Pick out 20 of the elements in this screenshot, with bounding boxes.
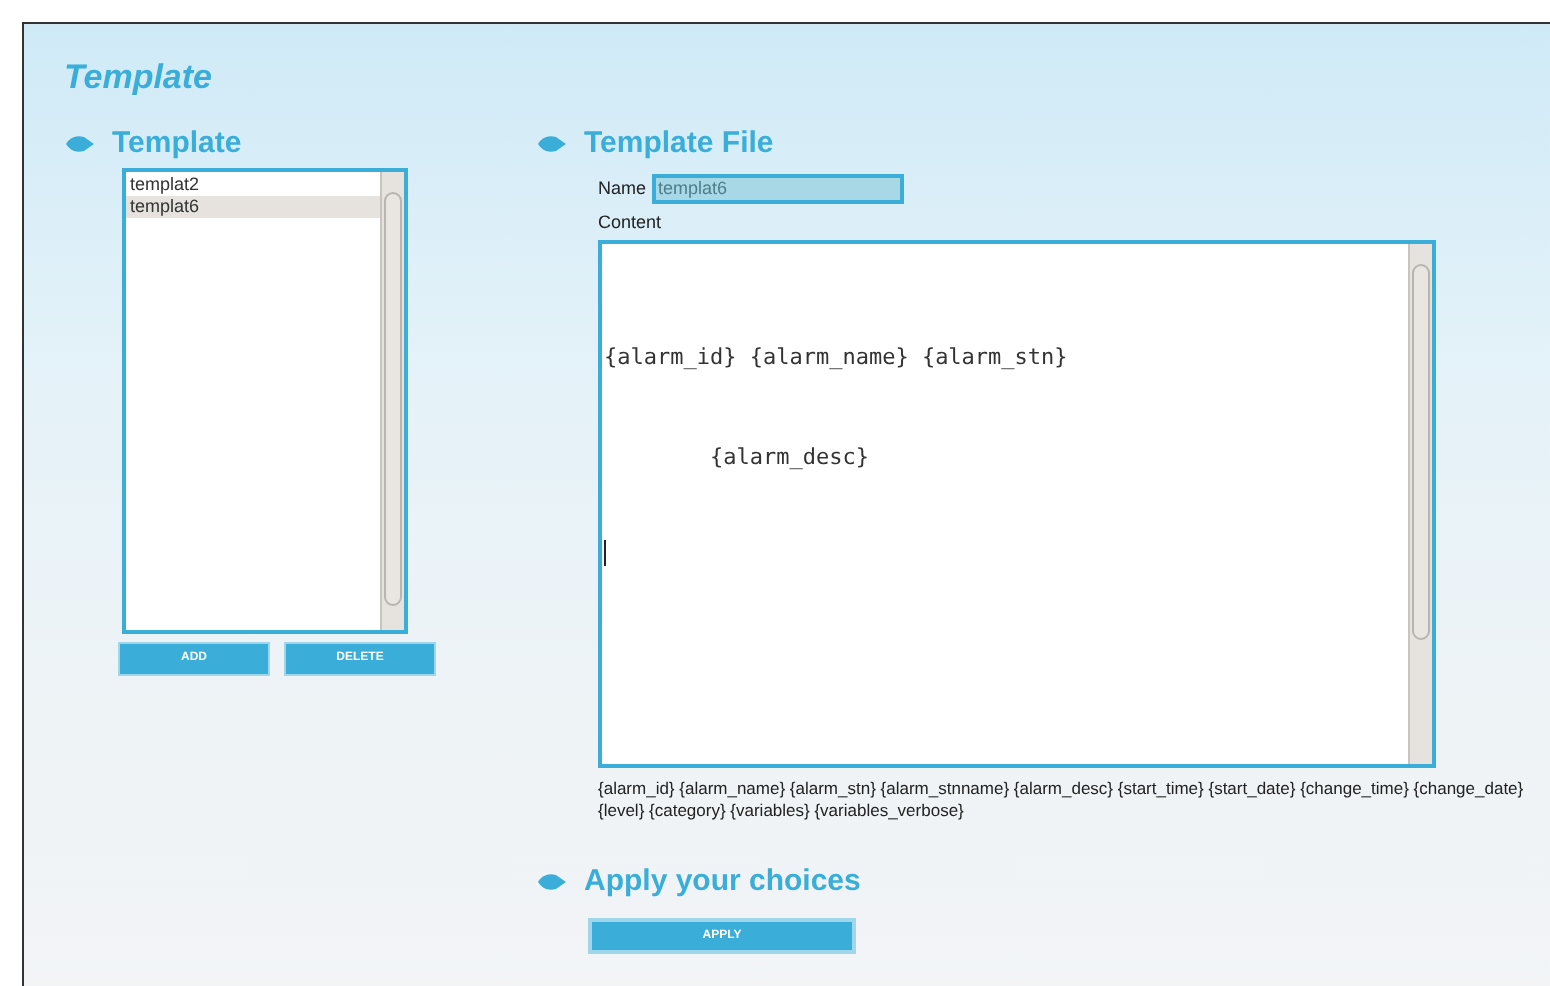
content-line: {alarm_desc} bbox=[707, 442, 871, 474]
scrollbar-thumb[interactable] bbox=[1412, 264, 1430, 640]
content-line: {alarm_id} {alarm_name} {alarm_stn} bbox=[604, 342, 1070, 374]
variables-text: {alarm_id} {alarm_name} {alarm_stn} {alarm_stnname} {alarm_desc} {start_time} {start_date} {change_time} {change_date} {level} {category} {variables} {variables_verbose} bbox=[598, 778, 1526, 822]
name-label: Name bbox=[598, 175, 647, 202]
bullet-icon bbox=[536, 872, 568, 893]
list-item[interactable]: templat6 bbox=[126, 196, 380, 218]
text-cursor bbox=[604, 540, 606, 566]
section-heading: Apply your choices bbox=[584, 862, 861, 902]
bullet-icon bbox=[64, 134, 96, 155]
section-heading: Template bbox=[112, 124, 242, 164]
page-title: Template bbox=[64, 56, 213, 100]
bullet-icon bbox=[536, 134, 568, 155]
content-textarea[interactable]: {alarm_id} {alarm_name} {alarm_stn} {alarm_desc} bbox=[598, 240, 1436, 768]
scrollbar[interactable] bbox=[380, 172, 404, 630]
scrollbar-thumb[interactable] bbox=[384, 192, 402, 606]
section-heading: Template File bbox=[584, 124, 774, 164]
template-listbox[interactable]: templat2 templat6 bbox=[122, 168, 408, 634]
scrollbar[interactable] bbox=[1408, 244, 1432, 764]
content-label: Content bbox=[598, 210, 662, 236]
